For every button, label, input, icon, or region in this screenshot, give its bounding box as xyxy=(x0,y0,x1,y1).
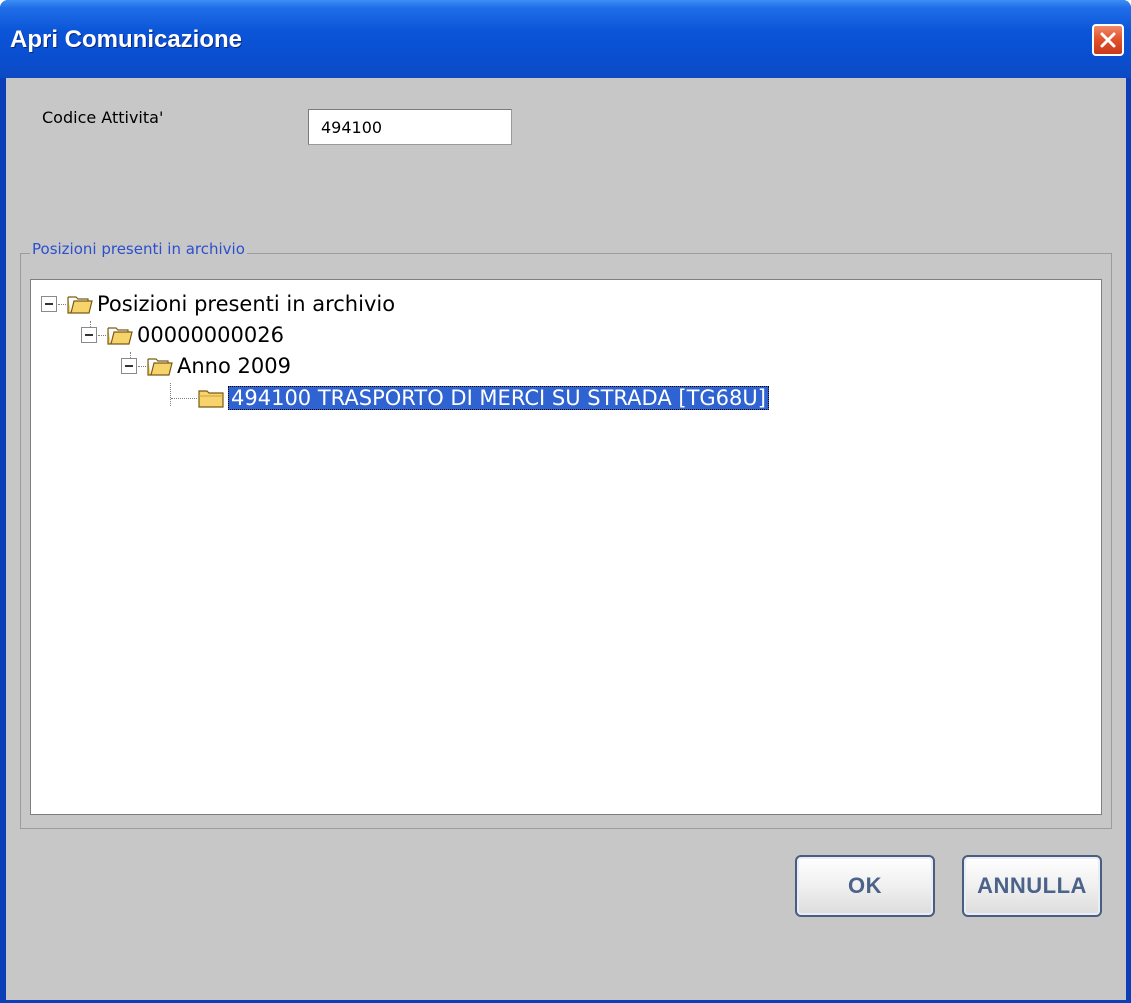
tree-node-label: Posizioni presenti in archivio xyxy=(97,292,396,316)
tree-node-label: Anno 2009 xyxy=(177,354,291,378)
collapse-icon[interactable] xyxy=(81,327,97,343)
codice-attivita-label: Codice Attivita' xyxy=(42,108,164,127)
title-bar[interactable]: Apri Comunicazione xyxy=(0,0,1131,78)
collapse-icon[interactable] xyxy=(41,296,57,312)
codice-attivita-input[interactable]: 494100 xyxy=(308,109,512,145)
ok-button[interactable]: OK xyxy=(795,855,935,917)
tree-node-code[interactable]: 00000000026 xyxy=(81,321,284,349)
folder-closed-icon xyxy=(198,390,224,408)
folder-open-icon xyxy=(147,358,173,376)
annulla-button[interactable]: ANNULLA xyxy=(962,855,1102,917)
tree-node-root[interactable]: Posizioni presenti in archivio xyxy=(41,290,395,318)
folder-open-icon xyxy=(67,296,93,314)
tree-node-label-selected: 494100 TRASPORTO DI MERCI SU STRADA [TG6… xyxy=(228,386,769,410)
close-button[interactable] xyxy=(1092,24,1124,56)
tree-node-year[interactable]: Anno 2009 xyxy=(121,352,291,380)
archive-tree[interactable]: Posizioni presenti in archivio 000000000… xyxy=(30,279,1102,815)
folder-open-icon xyxy=(107,327,133,345)
groupbox-legend: Posizioni presenti in archivio xyxy=(30,240,247,258)
tree-node-activity[interactable]: 494100 TRASPORTO DI MERCI SU STRADA [TG6… xyxy=(170,384,769,412)
collapse-icon[interactable] xyxy=(121,358,137,374)
window-title: Apri Comunicazione xyxy=(10,26,243,53)
close-icon xyxy=(1100,32,1116,48)
tree-node-label: 00000000026 xyxy=(137,323,284,347)
